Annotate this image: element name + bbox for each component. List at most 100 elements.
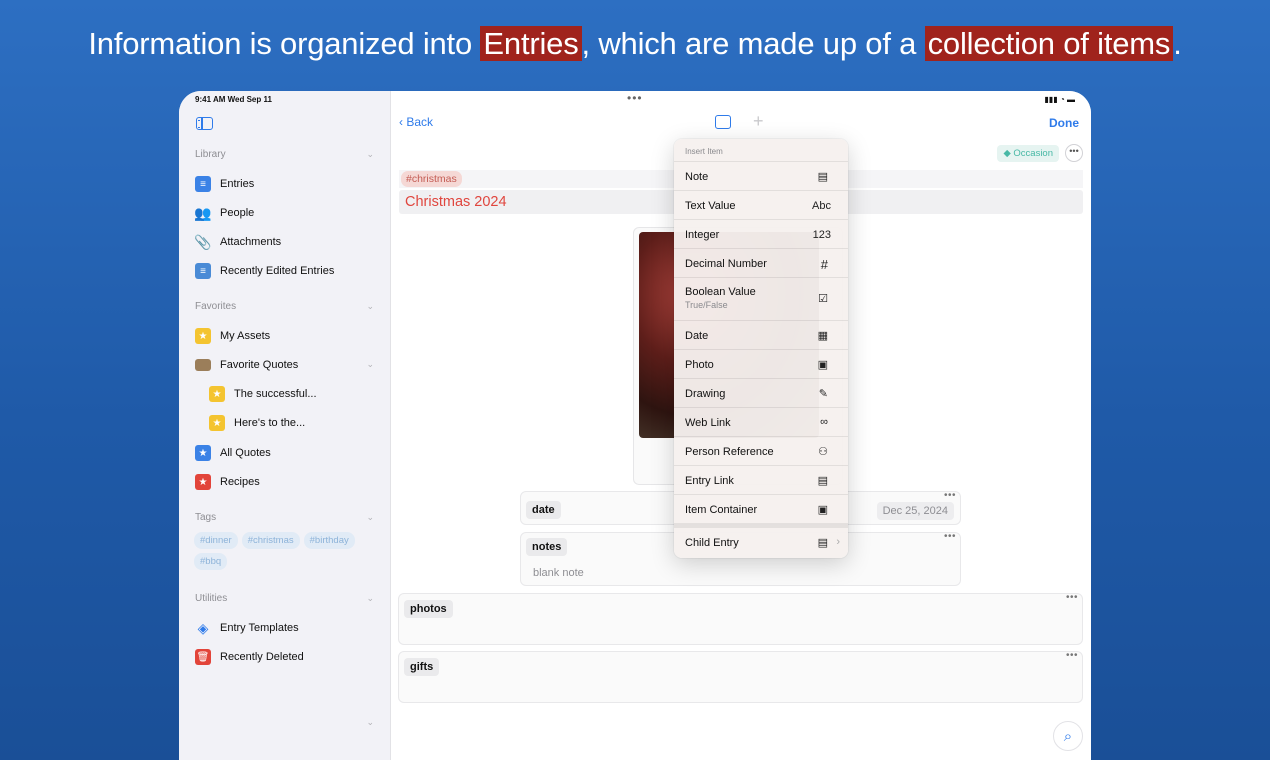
sidebar-item-entry-templates[interactable]: ◈ Entry Templates <box>195 617 299 639</box>
paperclip-icon: 📎 <box>194 233 212 250</box>
headline: Information is organized into Entries, w… <box>0 26 1270 62</box>
sidebar-item-all-quotes[interactable]: ★ All Quotes <box>195 442 271 464</box>
sidebar-item-attachments[interactable]: 📎 Attachments <box>194 231 282 253</box>
chevron-down-icon[interactable]: ⌄ <box>366 512 374 523</box>
menu-item-label: Date <box>685 330 709 342</box>
gifts-item[interactable]: gifts ••• <box>398 650 1083 703</box>
more-icon[interactable]: ••• <box>944 531 956 542</box>
photos-item[interactable]: photos ••• <box>398 592 1083 645</box>
tag-dinner[interactable]: #dinner <box>194 532 238 549</box>
sidebar-item-people[interactable]: 👥 People <box>194 202 255 224</box>
multitasking-dots-icon[interactable]: ••• <box>627 91 643 105</box>
container-icon: ▣ <box>817 504 828 516</box>
chevron-down-icon[interactable]: ⌄ <box>366 149 374 160</box>
note-icon: ▤ <box>817 171 828 183</box>
sidebar-item-label: All Quotes <box>220 447 271 459</box>
menu-item-label: Photo <box>685 359 714 371</box>
more-icon[interactable]: ••• <box>944 490 956 501</box>
entry-title: Christmas 2024 <box>405 194 507 210</box>
tags-header[interactable]: Tags <box>195 512 216 523</box>
layers-icon: ◈ <box>197 619 209 636</box>
entry-tag[interactable]: #christmas <box>401 171 462 187</box>
entry-link-icon: ▤ <box>817 475 828 487</box>
hash-icon: # <box>820 257 828 272</box>
headline-part1: Information is organized into <box>88 26 481 61</box>
people-icon: ⚇ <box>818 446 828 458</box>
menu-item-child-entry[interactable]: Child Entry ▤ › <box>674 528 848 558</box>
sidebar-item-the-successful[interactable]: ★ The successful... <box>209 383 317 405</box>
chevron-down-icon[interactable]: ⌄ <box>366 717 374 728</box>
chevron-down-icon[interactable]: ⌄ <box>366 593 374 604</box>
sidebar-item-label: Here's to the... <box>234 417 306 429</box>
star-icon: ★ <box>195 328 211 344</box>
more-icon[interactable]: ••• <box>1066 650 1078 661</box>
sidebar: 9:41 AM Wed Sep 11 Library ⌄ ≡ Entries 👥… <box>179 91 391 760</box>
photo-icon: ▣ <box>817 359 828 371</box>
notes-value[interactable]: blank note <box>533 567 584 579</box>
menu-item-label: Text Value <box>685 200 736 212</box>
sidebar-item-recipes[interactable]: ★ Recipes <box>195 471 260 493</box>
star-icon: ★ <box>195 474 211 490</box>
menu-item-boolean-value[interactable]: Boolean Value True/False ☑ <box>674 277 848 320</box>
menu-item-photo[interactable]: Photo ▣ <box>674 349 848 378</box>
sidebar-item-label: Entries <box>220 178 255 190</box>
occasion-label: Occasion <box>1013 148 1053 159</box>
occasion-badge[interactable]: ◆ Occasion <box>997 145 1059 162</box>
utilities-header[interactable]: Utilities <box>195 593 227 604</box>
back-button[interactable]: ‹ Back <box>399 115 433 129</box>
sidebar-toggle-icon[interactable] <box>196 117 213 130</box>
menu-item-date[interactable]: Date ▦ <box>674 320 848 349</box>
sidebar-item-label: Recently Deleted <box>220 651 304 663</box>
star-icon: ★ <box>209 415 225 431</box>
calendar-icon: ▦ <box>817 330 828 342</box>
back-label: Back <box>406 115 434 129</box>
menu-item-decimal-number[interactable]: Decimal Number # <box>674 248 848 277</box>
tag-birthday[interactable]: #birthday <box>303 532 355 549</box>
date-label: date <box>526 501 561 519</box>
sidebar-item-entries[interactable]: ≡ Entries <box>195 173 254 195</box>
recent-entries-icon: ≡ <box>195 263 211 279</box>
insert-item-icon[interactable] <box>715 115 731 129</box>
chevron-down-icon[interactable]: ⌄ <box>366 359 374 370</box>
menu-item-person-reference[interactable]: Person Reference ⚇ <box>674 436 848 465</box>
star-icon: ★ <box>195 445 211 461</box>
menu-item-label: Item Container <box>685 504 758 516</box>
star-icon: ★ <box>209 386 225 402</box>
status-time: 9:41 AM Wed Sep 11 <box>195 95 272 104</box>
menu-item-label: Note <box>685 171 709 183</box>
tag-bbq[interactable]: #bbq <box>194 553 228 570</box>
sidebar-item-label: Recipes <box>220 476 260 488</box>
sidebar-item-label: People <box>220 207 255 219</box>
menu-item-text-value[interactable]: Text Value Abc <box>674 190 848 219</box>
library-header[interactable]: Library <box>195 149 226 160</box>
date-value[interactable]: Dec 25, 2024 <box>876 502 954 520</box>
search-icon[interactable]: ⌕ <box>1053 721 1083 751</box>
menu-item-label: Entry Link <box>685 475 734 487</box>
favorites-header[interactable]: Favorites <box>195 301 236 312</box>
link-icon: ∞ <box>820 416 828 428</box>
photos-label: photos <box>404 600 453 618</box>
menu-item-label: Web Link <box>685 417 731 429</box>
menu-item-drawing[interactable]: Drawing ✎ <box>674 378 848 407</box>
menu-item-web-link[interactable]: Web Link ∞ <box>674 407 848 436</box>
more-icon[interactable]: ••• <box>1065 144 1083 162</box>
menu-item-integer[interactable]: Integer 123 <box>674 219 848 248</box>
menu-item-label: Decimal Number <box>685 258 767 270</box>
menu-item-note[interactable]: Note ▤ <box>674 161 848 190</box>
sidebar-item-label: Recently Edited Entries <box>220 265 335 277</box>
sidebar-item-recently-edited[interactable]: ≡ Recently Edited Entries <box>195 260 334 282</box>
sidebar-item-recently-deleted[interactable]: 🗑 Recently Deleted <box>195 646 304 668</box>
chevron-down-icon[interactable]: ⌄ <box>366 301 374 312</box>
sidebar-item-my-assets[interactable]: ★ My Assets <box>195 325 270 347</box>
plus-icon[interactable]: + <box>753 111 764 132</box>
folder-icon <box>195 359 211 371</box>
more-icon[interactable]: ••• <box>1066 592 1078 603</box>
sidebar-item-heres-to-the[interactable]: ★ Here's to the... <box>209 412 305 434</box>
menu-item-item-container[interactable]: Item Container ▣ <box>674 494 848 523</box>
tag-christmas[interactable]: #christmas <box>241 532 300 549</box>
sidebar-item-label: Attachments <box>220 236 282 248</box>
sidebar-item-favorite-quotes[interactable]: Favorite Quotes <box>195 354 298 376</box>
menu-item-entry-link[interactable]: Entry Link ▤ <box>674 465 848 494</box>
menu-item-sublabel: True/False <box>685 300 728 310</box>
done-button[interactable]: Done <box>1049 116 1079 130</box>
